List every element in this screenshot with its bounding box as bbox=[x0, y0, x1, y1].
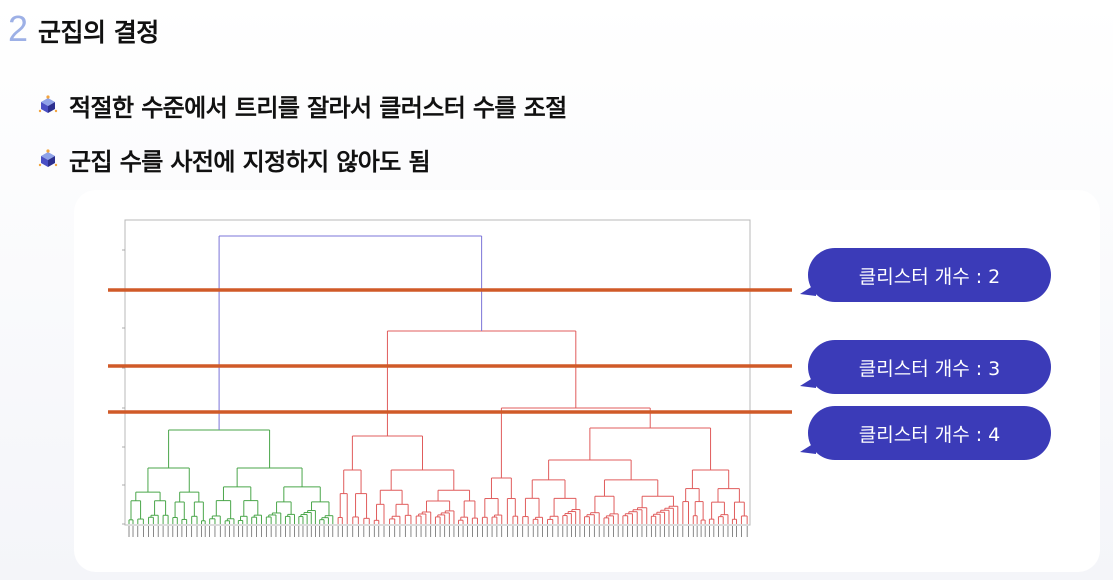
cut-lines bbox=[108, 288, 792, 414]
callout-tail bbox=[800, 284, 816, 296]
dendrogram-tree bbox=[128, 235, 748, 524]
callout-label: 클리스터 개수 : 3 bbox=[858, 357, 1001, 380]
callout-4-clusters: 클리스터 개수 : 4 bbox=[800, 406, 1051, 460]
leaf-labels bbox=[128, 526, 748, 537]
callout-tail bbox=[800, 442, 816, 454]
callout-3-clusters: 클리스터 개수 : 3 bbox=[800, 340, 1051, 394]
callout-label: 클리스터 개수 : 4 bbox=[858, 423, 1001, 446]
callout-tail bbox=[800, 376, 816, 388]
callout-2-clusters: 클리스터 개수 : 2 bbox=[800, 248, 1051, 302]
callout-label: 클리스터 개수 : 2 bbox=[858, 265, 1001, 288]
